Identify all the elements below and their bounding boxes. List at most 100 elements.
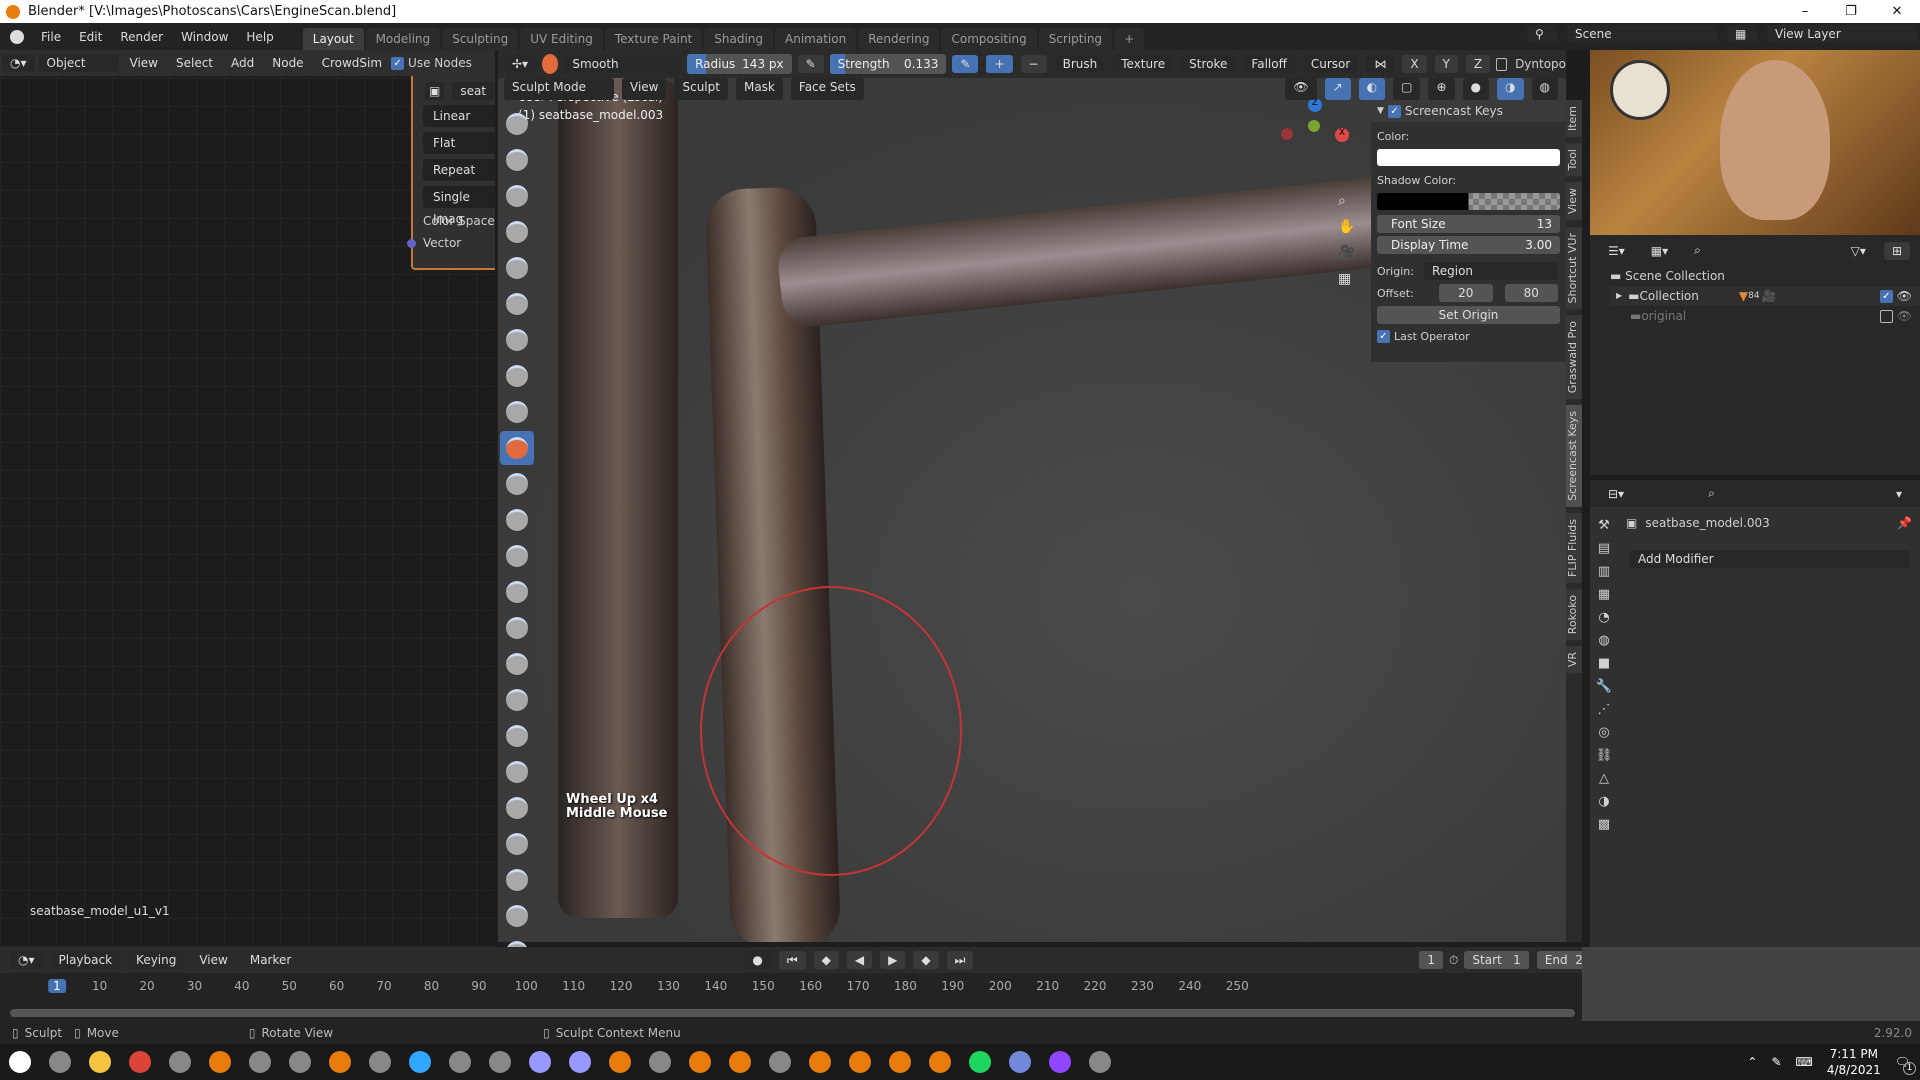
font-size-field[interactable]: Font Size 13	[1377, 215, 1560, 233]
sculpt-tool-button[interactable]	[500, 755, 534, 789]
sidebar-tab[interactable]: Graswald Pro	[1566, 314, 1582, 400]
output-icon[interactable]: ▥	[1598, 564, 1610, 579]
dyntopo-checkbox[interactable]	[1496, 57, 1508, 71]
scene-name-field[interactable]: Scene	[1567, 25, 1717, 43]
node-menu-view[interactable]: View	[121, 56, 167, 70]
taskbar-app-premiere[interactable]	[560, 1044, 600, 1080]
strength-slider[interactable]: Strength 0.133	[829, 54, 947, 74]
clock[interactable]: 7:11 PM 4/8/2021	[1827, 1046, 1881, 1078]
node-menu-crowdsim[interactable]: CrowdSim	[313, 56, 391, 70]
add-modifier-dropdown[interactable]: Add Modifier	[1630, 550, 1910, 568]
navigation-gizmo[interactable]: Z X	[1273, 98, 1353, 178]
sidebar-tab[interactable]: Screencast Keys	[1566, 405, 1582, 508]
sculpt-tool-button[interactable]	[500, 647, 534, 681]
sculpt-tool-button[interactable]	[500, 503, 534, 537]
properties-search-field[interactable]: ⌕	[1700, 484, 1811, 503]
taskbar-app-file-explorer[interactable]	[80, 1044, 120, 1080]
overlay-toggle-icon[interactable]: ◐	[1358, 78, 1386, 100]
sculpt-tool-button[interactable]	[500, 359, 534, 393]
workspace-tab-sculpting[interactable]: Sculpting	[442, 28, 519, 50]
direction-add-button[interactable]: +	[986, 55, 1013, 73]
sculpt-tool-button[interactable]	[500, 323, 534, 357]
offset-y-field[interactable]: 80	[1504, 284, 1558, 302]
gizmo-toggle-icon[interactable]: ↗	[1324, 78, 1351, 100]
sculpt-tool-button[interactable]	[500, 719, 534, 753]
strength-pressure-icon[interactable]: ✎	[952, 55, 979, 73]
sculpt-tool-button[interactable]	[500, 251, 534, 285]
image-browse-icon[interactable]: ▣	[425, 82, 445, 100]
workspace-tab-animation[interactable]: Animation	[775, 28, 857, 50]
add-workspace-button[interactable]: +	[1114, 28, 1145, 50]
taskbar-app-obs[interactable]	[280, 1044, 320, 1080]
taskbar-app-after-effects[interactable]	[520, 1044, 560, 1080]
last-operator-checkbox[interactable]: ✓	[1377, 330, 1390, 343]
display-mode-icon[interactable]: ☰▾	[1600, 241, 1633, 260]
sidebar-tab[interactable]: Shortcut VUr	[1566, 226, 1582, 309]
new-collection-icon[interactable]: ⊞	[1883, 241, 1910, 260]
sculpt-tool-button[interactable]	[500, 467, 534, 501]
sculpt-tool-button[interactable]	[500, 575, 534, 609]
taskbar-app-blender[interactable]	[880, 1044, 920, 1080]
sculpt-tool-button[interactable]	[500, 287, 534, 321]
render-icon[interactable]: ▤	[1598, 541, 1610, 556]
visibility-eye-icon[interactable]: 👁	[1897, 286, 1912, 306]
outliner-search-field[interactable]: ⌕	[1686, 241, 1797, 260]
color-swatch[interactable]	[1377, 149, 1560, 166]
outliner-item-collection[interactable]: ▶ ▬ Collection ▼ 84 🎥 ✓ 👁	[1610, 286, 1920, 306]
gizmo-neg-x[interactable]	[1281, 128, 1293, 140]
taskbar-app-blender[interactable]	[920, 1044, 960, 1080]
sculpt-mode-dropdown[interactable]: Sculpt Mode	[504, 78, 614, 100]
sidebar-tab[interactable]: VR	[1566, 646, 1582, 674]
direction-subtract-button[interactable]: −	[1020, 55, 1047, 73]
pan-view-icon[interactable]: ✋	[1338, 219, 1355, 235]
menu-file[interactable]: File	[32, 30, 70, 44]
menu-edit[interactable]: Edit	[70, 30, 111, 44]
taskbar-app-inkscape[interactable]	[160, 1044, 200, 1080]
sidebar-tab[interactable]: Tool	[1566, 143, 1582, 177]
outliner-item-scene-collection[interactable]: ▬ Scene Collection	[1610, 266, 1920, 286]
brush-name-field[interactable]: Smooth	[564, 55, 682, 73]
object-mode-dropdown[interactable]: Object	[38, 54, 119, 72]
workspace-tab-layout[interactable]: Layout	[302, 28, 364, 50]
radius-slider[interactable]: Radius 143 px	[687, 54, 792, 74]
viewport-menu-view[interactable]: View	[622, 78, 667, 100]
brush-menu[interactable]: Brush	[1054, 55, 1106, 73]
pen-icon[interactable]: ✎	[1771, 1055, 1781, 1069]
stroke-menu[interactable]: Stroke	[1181, 55, 1236, 73]
extension-dropdown[interactable]: Repeat	[423, 159, 495, 181]
workspace-tab-compositing[interactable]: Compositing	[941, 28, 1037, 50]
tool-icon[interactable]: ⚒	[1598, 518, 1610, 533]
sculpt-tool-button[interactable]	[500, 431, 534, 465]
display-time-field[interactable]: Display Time 3.00	[1377, 236, 1560, 254]
material-shading-icon[interactable]: ◑	[1497, 78, 1524, 100]
camera-view-icon[interactable]: 🎥	[1338, 245, 1355, 261]
gizmo-z-axis[interactable]: Z	[1308, 98, 1322, 112]
node-menu-node[interactable]: Node	[263, 56, 312, 70]
rendered-shading-icon[interactable]: ◍	[1531, 78, 1558, 100]
outliner-item-original[interactable]: ▬ original 👁	[1610, 306, 1920, 326]
exclude-checkbox[interactable]	[1879, 309, 1893, 323]
sculpt-tool-button[interactable]	[500, 395, 534, 429]
brush-preview-icon[interactable]	[542, 54, 559, 74]
keyboard-icon[interactable]: ⌨	[1796, 1055, 1813, 1069]
taskbar-app-spotify[interactable]	[960, 1044, 1000, 1080]
taskbar-app-blender[interactable]	[840, 1044, 880, 1080]
menu-window[interactable]: Window	[172, 30, 237, 44]
menu-render[interactable]: Render	[111, 30, 172, 44]
sculpt-tool-button[interactable]	[500, 611, 534, 645]
pin-icon[interactable]: 📌	[1897, 516, 1912, 530]
taskbar-app-blender[interactable]	[680, 1044, 720, 1080]
constraints-icon[interactable]: ⛓	[1596, 748, 1613, 763]
sculpt-tool-button[interactable]	[500, 899, 534, 933]
scene-icon[interactable]: ◔	[1598, 610, 1609, 625]
particles-icon[interactable]: ⋰	[1598, 702, 1611, 717]
sculpt-tool-button[interactable]	[500, 539, 534, 573]
view-layer-icon[interactable]: ▦	[1727, 25, 1757, 43]
object-icon[interactable]: ■	[1598, 656, 1610, 671]
sidebar-tab[interactable]: View	[1566, 182, 1582, 221]
node-menu-add[interactable]: Add	[222, 56, 263, 70]
source-dropdown[interactable]: Single Imag	[423, 186, 495, 226]
shadow-color-swatch[interactable]	[1377, 193, 1560, 210]
taskbar-app-blender[interactable]	[320, 1044, 360, 1080]
filter-view-icon[interactable]: ▦▾	[1642, 241, 1677, 260]
